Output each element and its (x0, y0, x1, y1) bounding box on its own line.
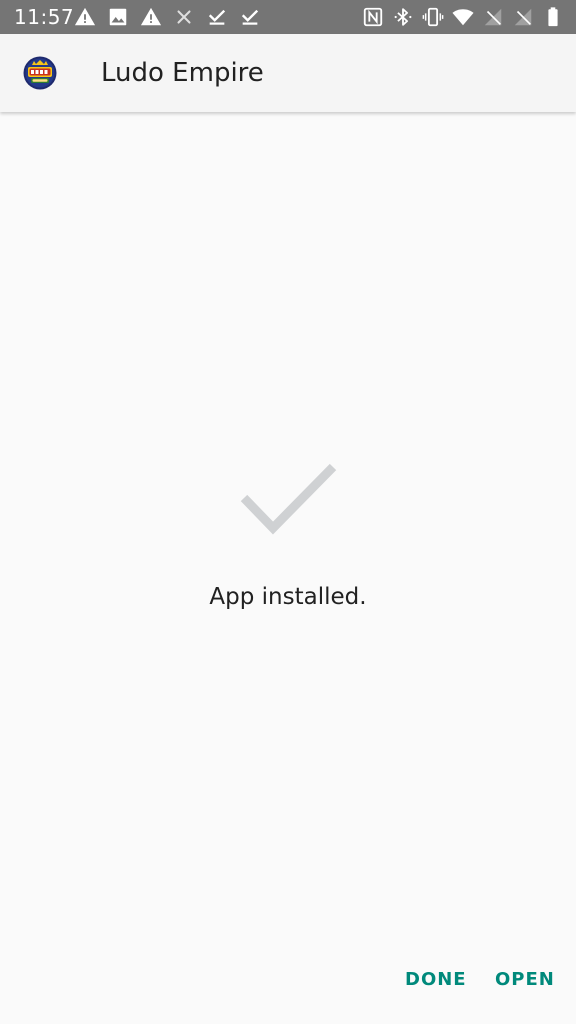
signal-off-icon (484, 8, 502, 26)
image-icon (109, 8, 127, 26)
system-icons (362, 6, 564, 28)
app-title: Ludo Empire (101, 58, 264, 88)
notification-icons (74, 6, 261, 28)
wifi-icon (452, 9, 474, 26)
bluetooth-icon (394, 8, 412, 26)
status-time: 11:57 (14, 5, 75, 29)
battery-icon (548, 7, 558, 27)
status-bar: 11:57 (0, 0, 576, 34)
warning-icon (140, 7, 162, 26)
vibrate-icon (422, 7, 444, 27)
download-done-icon (241, 9, 259, 25)
download-done-icon (208, 9, 226, 25)
open-button[interactable]: OPEN (487, 962, 563, 998)
done-button[interactable]: DONE (397, 962, 475, 998)
signal-off-icon (514, 8, 532, 26)
warning-icon (74, 7, 96, 26)
ludo-empire-app-icon (23, 56, 57, 90)
close-icon (177, 10, 191, 24)
install-status-message: App installed. (209, 584, 367, 610)
nfc-icon (363, 7, 383, 27)
app-bar: Ludo Empire (0, 34, 576, 112)
check-icon (240, 463, 337, 535)
